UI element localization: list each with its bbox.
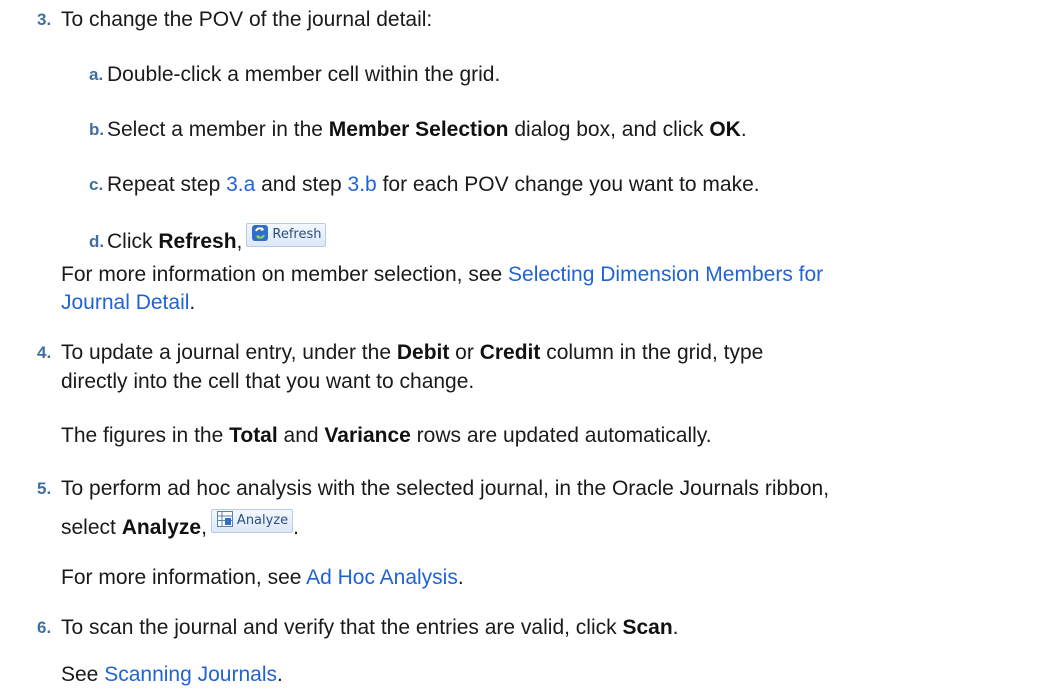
info-paragraph: For more information on member selection… (61, 263, 824, 286)
step-text: To perform ad hoc analysis with the sele… (61, 477, 830, 500)
substep-letter: d. (89, 232, 105, 251)
substep-text: Click Refresh, Refresh (107, 223, 327, 259)
ui-term: Analyze (121, 516, 202, 539)
step-text: To update a journal entry, under the Deb… (61, 341, 764, 364)
ui-term: OK (709, 118, 741, 141)
ui-term: Total (229, 424, 278, 447)
info-paragraph-cont: Journal Detail. (61, 291, 196, 314)
selecting-dimension-members-link-cont[interactable]: Journal Detail (61, 291, 189, 314)
substep-letter: c. (89, 175, 104, 194)
step-number: 5. (37, 479, 52, 498)
ui-term: Debit (396, 341, 450, 364)
step-text-cont: directly into the cell that you want to … (61, 370, 475, 393)
ui-term: Scan (622, 616, 673, 639)
info-paragraph: For more information, see Ad Hoc Analysi… (61, 566, 464, 589)
selecting-dimension-members-link[interactable]: Selecting Dimension Members for (508, 263, 823, 286)
step-number: 6. (37, 618, 52, 637)
step-number: 3. (37, 10, 52, 29)
substep-text: Select a member in the Member Selection … (107, 118, 747, 141)
analyze-icon (216, 511, 233, 527)
step-note: The figures in the Total and Variance ro… (61, 424, 712, 447)
step-link-3b[interactable]: 3.b (348, 173, 377, 196)
scanning-journals-link[interactable]: Scanning Journals (104, 663, 277, 686)
step-number: 4. (37, 343, 52, 362)
substep-letter: a. (89, 65, 104, 84)
step-text-cont: select Analyze, Analyze. (61, 509, 299, 545)
step-link-3a[interactable]: 3.a (226, 173, 255, 196)
refresh-icon (252, 225, 269, 241)
refresh-button: Refresh (246, 223, 327, 247)
substep-letter: b. (89, 120, 105, 139)
ui-term: Credit (479, 341, 541, 364)
ui-term: Refresh (158, 230, 237, 253)
step-text: To change the POV of the journal detail: (61, 8, 433, 31)
substep-text: Double-click a member cell within the gr… (107, 63, 501, 86)
substep-text: Repeat step 3.a and step 3.b for each PO… (107, 173, 760, 196)
ui-term: Variance (324, 424, 411, 447)
analyze-button: Analyze (210, 509, 294, 533)
ui-term: Member Selection (328, 118, 509, 141)
ad-hoc-analysis-link[interactable]: Ad Hoc Analysis (306, 566, 458, 589)
step-text: To scan the journal and verify that the … (61, 616, 679, 639)
